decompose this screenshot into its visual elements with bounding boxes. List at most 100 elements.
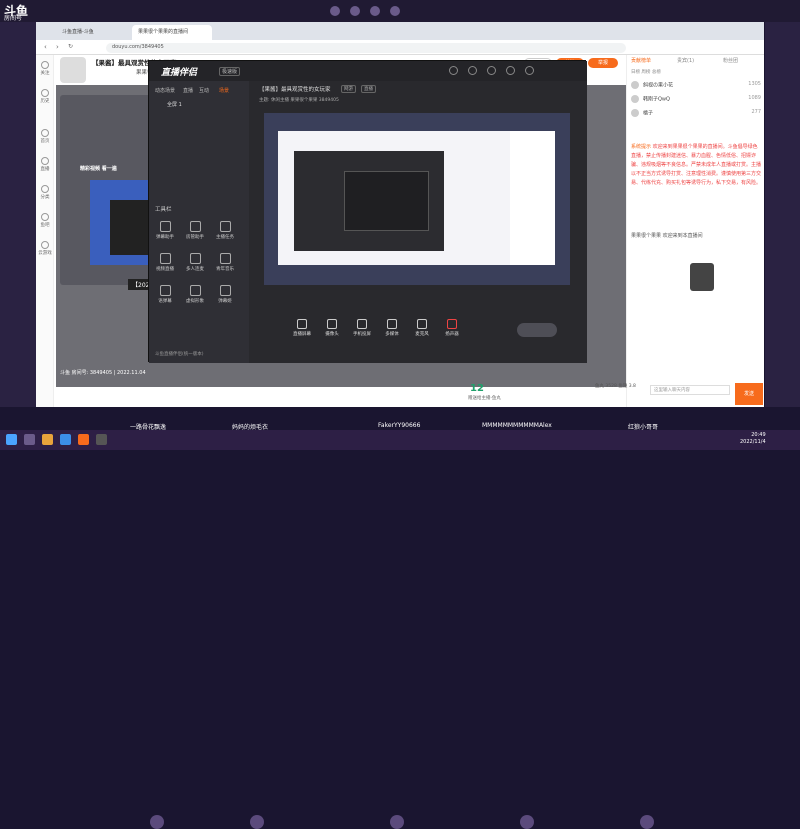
tool-label: 多人连麦 <box>186 267 204 272</box>
forward-icon[interactable]: › <box>56 43 59 51</box>
site-sidebar: 关注 历史 首页 直播 分类 鱼吧 云游戏 <box>36 55 54 407</box>
rank-row[interactable]: 韩刚子QwQ 1089 <box>631 95 761 107</box>
dragon-badge-icon <box>690 263 714 291</box>
tab-contribution[interactable]: 贡献榜单 <box>631 57 651 64</box>
rank-name: 橘子 <box>643 110 654 117</box>
app-version: 极速版 <box>219 67 241 76</box>
window-controls <box>449 66 534 75</box>
sidebar-item-cloudgame[interactable]: 云游戏 <box>37 241 53 256</box>
rank-value: 1305 <box>748 81 761 87</box>
rank-row[interactable]: 斜视の果小花 1305 <box>631 81 761 93</box>
avatar[interactable] <box>150 815 164 829</box>
tab-dynamic-scene[interactable]: 动态场景 <box>155 87 175 94</box>
chat-panel: 贡献榜单 贵宾(1) 粉丝团 日榜 周榜 总榜 斜视の果小花 1305 韩刚子Qw… <box>626 55 764 407</box>
clock-time: 20:49 <box>751 432 766 438</box>
maximize-icon[interactable] <box>506 66 515 75</box>
settings-icon[interactable] <box>449 66 458 75</box>
tool-voice-danmaku[interactable]: 语弹幕 <box>153 285 177 304</box>
avatar[interactable] <box>640 815 654 829</box>
button-label: 扬声器 <box>445 332 459 337</box>
live-preview[interactable] <box>264 113 570 285</box>
tab-vip[interactable]: 贵宾(1) <box>677 57 694 64</box>
avatar[interactable] <box>250 815 264 829</box>
tab-scene[interactable]: 场景 <box>219 87 229 94</box>
close-icon[interactable] <box>525 66 534 75</box>
tab-strip: 斗鱼直播-斗鱼 果果很个果果的直播间 <box>36 22 764 40</box>
game-icon <box>330 6 340 16</box>
sidebar-item-history[interactable]: 历史 <box>37 89 53 104</box>
speaker-button[interactable]: 扬声器 <box>439 319 465 337</box>
lineup-name: FakerYY90666 <box>378 422 421 429</box>
skin-icon[interactable] <box>468 66 477 75</box>
reload-icon[interactable]: ↻ <box>68 43 73 50</box>
folder-icon[interactable] <box>42 434 53 445</box>
douyu-icon[interactable] <box>78 434 89 445</box>
sidebar-item-follow[interactable]: 关注 <box>37 61 53 76</box>
app-tag[interactable]: 直播 <box>361 85 376 93</box>
rank-tabs[interactable]: 日榜 周榜 总榜 <box>631 69 761 79</box>
go-live-button[interactable] <box>517 323 557 337</box>
tab-douyu[interactable]: 斗鱼直播-斗鱼 <box>56 25 128 40</box>
camera-button[interactable]: 摄像头 <box>319 319 345 337</box>
sidebar-label: 首页 <box>40 139 50 144</box>
tab-fans[interactable]: 粉丝团 <box>723 57 738 64</box>
minimize-icon[interactable] <box>487 66 496 75</box>
nested-caption: 精彩视频 看一遍 <box>80 166 117 172</box>
back-icon[interactable]: ‹ <box>44 43 47 51</box>
tool-label: 青年音乐 <box>216 267 234 272</box>
media-button[interactable]: 多媒体 <box>379 319 405 337</box>
gift-label: 赠送给主播·鱼丸 <box>468 396 501 401</box>
streaming-app-window: 直播伴侣 极速版 动态场景 直播 互动 场景 全屏 1 工具栏 弹幕助手 房管助… <box>148 60 587 363</box>
address-bar: ‹ › ↻ douyu.com/3849405 <box>36 40 764 55</box>
sidebar-item-category[interactable]: 分类 <box>37 185 53 200</box>
rank-row[interactable]: 橘子 277 <box>631 109 761 121</box>
app-main: 【果酱】最具观赏性的女玩家 网游 直播 主题: 休闲主播 果果很个果果 3849… <box>249 81 587 363</box>
chat-input[interactable]: 这里输入聊天内容 <box>650 385 730 395</box>
taskbar <box>0 430 800 450</box>
room-info-bar <box>56 387 626 407</box>
report-button[interactable]: 举报 <box>588 58 618 68</box>
game-icon <box>390 6 400 16</box>
sidebar-label: 分类 <box>40 195 50 200</box>
button-label: 手机投屏 <box>353 332 371 337</box>
app-icon[interactable] <box>96 434 107 445</box>
tab-room[interactable]: 果果很个果果的直播间 <box>132 25 212 40</box>
tab-interact[interactable]: 互动 <box>199 87 209 94</box>
tool-avatar[interactable]: 虚拟形象 <box>183 285 207 304</box>
browser-icon[interactable] <box>60 434 71 445</box>
clock[interactable]: 20:49 2022/11/4 <box>740 432 766 446</box>
app-bottom-bar: 直播屏幕 摄像头 手机投屏 多媒体 麦克风 扬声器 <box>249 301 587 363</box>
backdrop-left <box>0 22 36 407</box>
phone-cast-button[interactable]: 手机投屏 <box>349 319 375 337</box>
button-label: 多媒体 <box>385 332 399 337</box>
notice-label: 系统提示 <box>631 144 652 150</box>
gift-count: 12 <box>470 383 484 394</box>
sidebar-item-home[interactable]: 首页 <box>37 129 53 144</box>
send-button[interactable]: 发送 <box>735 383 763 405</box>
url-input[interactable]: douyu.com/3849405 <box>106 43 626 53</box>
rank-value: 1089 <box>748 95 761 101</box>
avatar[interactable] <box>520 815 534 829</box>
button-label: 摄像头 <box>325 332 339 337</box>
tab-live[interactable]: 直播 <box>183 87 193 94</box>
tool-anchor-task[interactable]: 主播任务 <box>213 221 237 240</box>
anchor-avatar[interactable] <box>60 57 86 83</box>
tool-multi-mic[interactable]: 多人连麦 <box>183 253 207 272</box>
app-tag[interactable]: 网游 <box>341 85 356 93</box>
sidebar-item-fishbar[interactable]: 鱼吧 <box>37 213 53 228</box>
avatar[interactable] <box>390 815 404 829</box>
microphone-button[interactable]: 麦克风 <box>409 319 435 337</box>
tool-danmaku-ji[interactable]: 弹幕姬 <box>213 285 237 304</box>
sidebar-item-live[interactable]: 直播 <box>37 157 53 172</box>
app-room-title: 【果酱】最具观赏性的女玩家 <box>259 87 331 93</box>
app-logo: 直播伴侣 <box>161 68 198 78</box>
tool-danmaku-helper[interactable]: 弹幕助手 <box>153 221 177 240</box>
tool-video-live[interactable]: 视频直播 <box>153 253 177 272</box>
screen-capture-button[interactable]: 直播屏幕 <box>289 319 315 337</box>
tool-music[interactable]: 青年音乐 <box>213 253 237 272</box>
tool-room-manager[interactable]: 房管助手 <box>183 221 207 240</box>
scene-item[interactable]: 全屏 1 <box>167 101 182 108</box>
tool-label: 语弹幕 <box>158 299 172 304</box>
start-icon[interactable] <box>6 434 17 445</box>
search-icon[interactable] <box>24 434 35 445</box>
